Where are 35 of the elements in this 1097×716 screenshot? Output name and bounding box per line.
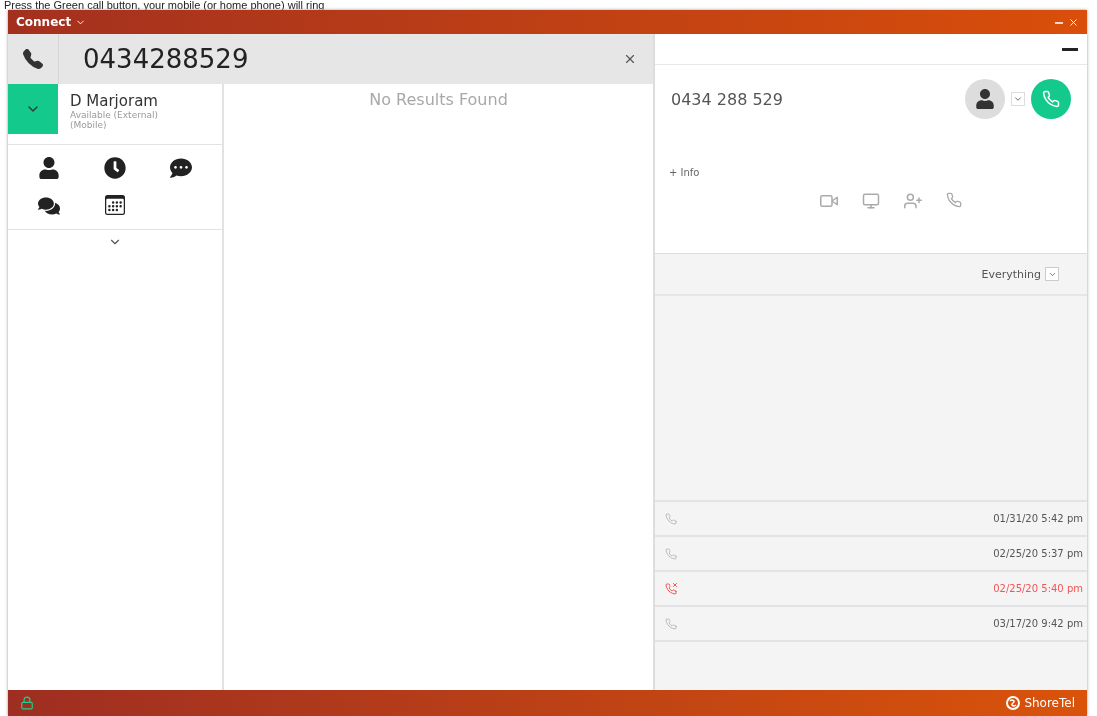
- phone-icon: [1042, 90, 1060, 108]
- contact-number: 0434 288 529: [671, 89, 783, 109]
- clock-icon[interactable]: [102, 155, 128, 181]
- missed-call-icon: [665, 582, 677, 595]
- brand-name: ShoreTel: [1024, 696, 1075, 710]
- phone-icon: [665, 512, 677, 525]
- dial-field[interactable]: 0434288529: [59, 34, 607, 84]
- user-status: Available (External): [70, 110, 158, 120]
- window-title: Connect: [16, 15, 72, 29]
- contact-avatar[interactable]: [965, 79, 1005, 119]
- user-name: D Marjoram: [70, 92, 158, 110]
- call-history-row[interactable]: 02/25/20 5:37 pm: [655, 535, 1087, 570]
- empty-message: No Results Found: [369, 90, 508, 110]
- telephone-icon: [23, 49, 43, 69]
- info-link[interactable]: + Info: [669, 167, 700, 178]
- filter-dropdown[interactable]: Everything: [981, 267, 1059, 281]
- user-device: (Mobile): [70, 120, 108, 130]
- call-history-row[interactable]: 03/17/20 9:42 pm: [655, 605, 1087, 642]
- close-icon: [623, 52, 637, 66]
- call-time: 02/25/20 5:40 pm: [993, 583, 1083, 594]
- call-time: 03/17/20 9:42 pm: [993, 618, 1083, 629]
- chevron-down-icon: [1013, 94, 1023, 104]
- call-time: 01/31/20 5:42 pm: [993, 513, 1083, 524]
- minus-icon: [1062, 47, 1078, 51]
- phone-icon: [665, 617, 677, 630]
- lock-icon[interactable]: [20, 696, 34, 710]
- call-button[interactable]: [1031, 79, 1071, 119]
- logo-icon: [1006, 696, 1021, 710]
- keypad-button[interactable]: [8, 34, 59, 84]
- call-time: 02/25/20 5:37 pm: [993, 548, 1083, 559]
- dropdown-button[interactable]: [1011, 92, 1025, 106]
- phone-icon: [665, 547, 677, 560]
- person-icon[interactable]: [36, 155, 62, 181]
- call-history-row[interactable]: 01/31/20 5:42 pm: [655, 500, 1087, 535]
- close-icon[interactable]: [1068, 16, 1079, 28]
